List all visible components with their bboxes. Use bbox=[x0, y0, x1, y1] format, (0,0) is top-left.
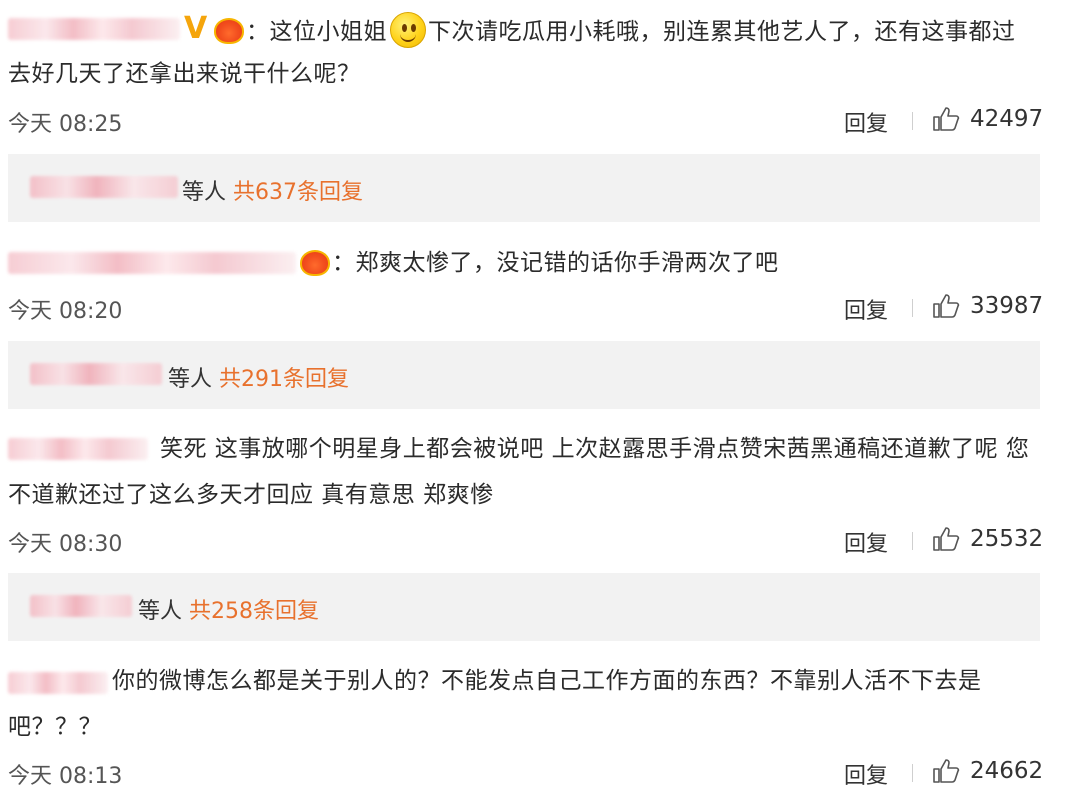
divider bbox=[912, 299, 913, 317]
reply-summary-prefix: 等人 bbox=[182, 180, 233, 205]
comment-time: 今天 08:25 bbox=[8, 112, 123, 137]
username-redacted[interactable] bbox=[8, 18, 180, 40]
divider bbox=[912, 764, 913, 782]
comment-text: 去好几天了还拿出来说干什么呢？ bbox=[8, 61, 361, 87]
comment-time: 今天 08:20 bbox=[8, 299, 123, 324]
reply-count-link[interactable]: 共258条回复 bbox=[189, 599, 319, 624]
reply-summary-bar[interactable]: 等人 共258条回复 bbox=[8, 573, 1040, 641]
comment-time: 今天 08:13 bbox=[8, 764, 123, 789]
comment-text: ：郑爽太惨了，没记错的话你手滑两次了吧 bbox=[332, 250, 779, 276]
reply-summary-prefix: 等人 bbox=[138, 599, 189, 624]
thumbs-up-icon[interactable] bbox=[932, 106, 960, 132]
replier-names-redacted bbox=[30, 595, 132, 617]
like-count: 24662 bbox=[970, 758, 1044, 784]
like-count: 42497 bbox=[970, 106, 1044, 132]
reply-count-link[interactable]: 共637条回复 bbox=[233, 180, 363, 205]
replier-names-redacted bbox=[30, 363, 162, 385]
crown-icon bbox=[300, 250, 330, 276]
crown-icon bbox=[214, 18, 244, 44]
replier-names-redacted bbox=[30, 176, 178, 198]
username-redacted[interactable] bbox=[8, 672, 108, 694]
username-redacted[interactable] bbox=[8, 252, 296, 274]
like-count: 25532 bbox=[970, 526, 1044, 552]
reply-count-link[interactable]: 共291条回复 bbox=[219, 367, 349, 392]
thumbs-up-icon[interactable] bbox=[932, 526, 960, 552]
comment-text: 你的微博怎么都是关于别人的？不能发点自己工作方面的东西？不靠别人活不下去是 bbox=[112, 668, 982, 694]
reply-summary-bar[interactable]: 等人 共637条回复 bbox=[8, 154, 1040, 222]
like-count: 33987 bbox=[970, 293, 1044, 319]
reply-button[interactable]: 回复 bbox=[844, 758, 888, 790]
comment-text: 不道歉还过了这么多天才回应 真有意思 郑爽惨 bbox=[8, 482, 494, 508]
reply-summary-text[interactable]: 等人 共291条回复 bbox=[168, 361, 349, 393]
comment-text: 笑死 这事放哪个明星身上都会被说吧 上次赵露思手滑点赞宋茜黑通稿还道歉了呢 您 bbox=[160, 436, 1030, 462]
username-redacted[interactable] bbox=[8, 438, 148, 460]
smiley-emoji-icon bbox=[390, 12, 426, 48]
comment-time: 今天 08:30 bbox=[8, 532, 123, 557]
reply-summary-bar[interactable]: 等人 共291条回复 bbox=[8, 341, 1040, 409]
divider bbox=[912, 532, 913, 550]
reply-summary-prefix: 等人 bbox=[168, 367, 219, 392]
thumbs-up-icon[interactable] bbox=[932, 758, 960, 784]
reply-button[interactable]: 回复 bbox=[844, 526, 888, 558]
comment-text: 吧？？？ bbox=[8, 714, 102, 740]
reply-summary-text[interactable]: 等人 共258条回复 bbox=[138, 593, 319, 625]
reply-button[interactable]: 回复 bbox=[844, 106, 888, 138]
comment-text: 下次请吃瓜用小耗哦，别连累其他艺人了，还有这事都过 bbox=[428, 19, 1016, 45]
comment-text: ：这位小姐姐 bbox=[246, 19, 387, 45]
reply-summary-text[interactable]: 等人 共637条回复 bbox=[182, 174, 363, 206]
divider bbox=[912, 112, 913, 130]
vip-v-icon: V bbox=[184, 11, 208, 46]
thumbs-up-icon[interactable] bbox=[932, 293, 960, 319]
reply-button[interactable]: 回复 bbox=[844, 293, 888, 325]
